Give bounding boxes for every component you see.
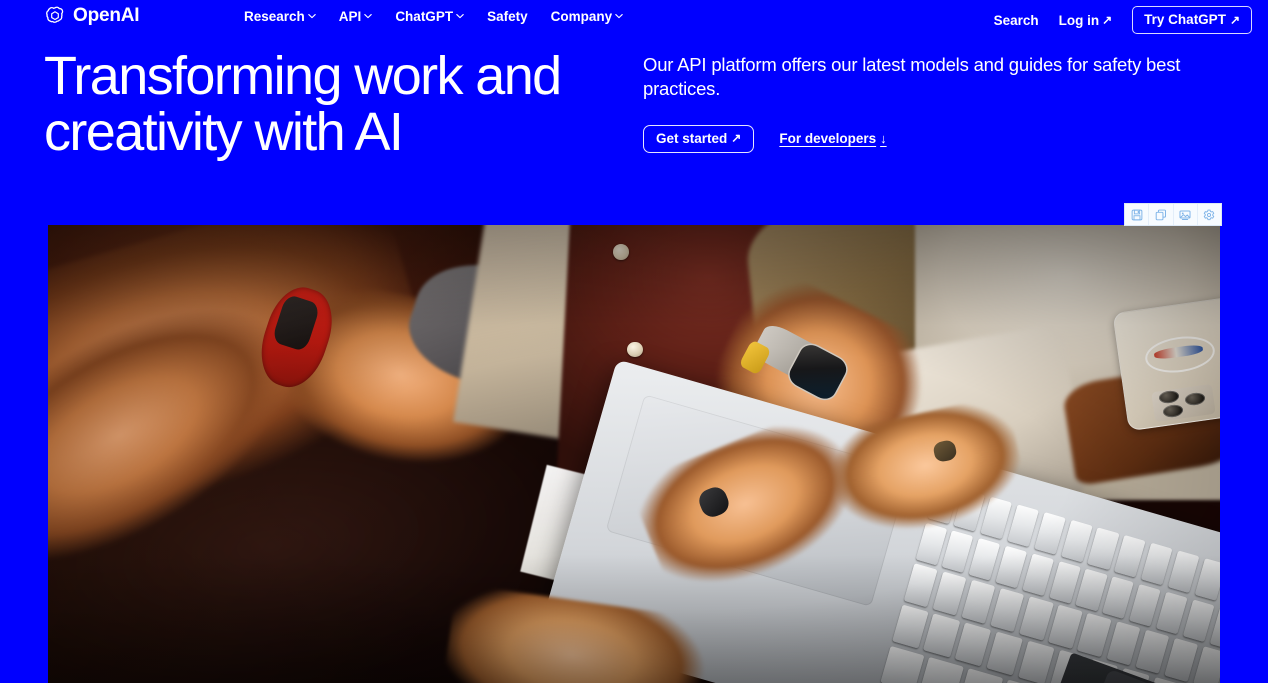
nav-item-research[interactable]: Research: [244, 8, 316, 26]
image-toolbar: [1124, 203, 1222, 226]
hero-image-canvas: [48, 225, 1220, 683]
chevron-down-icon: [364, 12, 373, 20]
search-label: Search: [993, 12, 1039, 28]
chevron-down-icon: [615, 12, 623, 20]
image-button[interactable]: [1173, 204, 1198, 225]
arrow-up-right-icon: ↗: [1229, 12, 1240, 27]
get-started-button[interactable]: Get started ↗: [643, 124, 755, 153]
nav-label-api: API: [338, 9, 362, 24]
try-chatgpt-label: Try ChatGPT: [1144, 12, 1226, 27]
save-button[interactable]: [1125, 204, 1150, 225]
nav-label-research: Research: [244, 9, 305, 24]
copy-icon: [1155, 209, 1167, 221]
hero-image: [48, 225, 1220, 683]
nav-label-company: Company: [550, 9, 613, 24]
for-developers-link[interactable]: For developers ↓: [779, 131, 886, 146]
nav-item-chatgpt[interactable]: ChatGPT: [395, 8, 464, 26]
login-label: Log in: [1058, 12, 1100, 28]
nav-label-safety: Safety: [487, 9, 528, 24]
photo-cardigan-button: [626, 341, 643, 358]
brand-name: OpenAI: [73, 5, 140, 26]
login-link[interactable]: Log in ↗: [1059, 13, 1113, 28]
for-developers-label: For developers: [779, 131, 877, 147]
nav-item-safety[interactable]: Safety: [487, 8, 528, 26]
openai-brand-link[interactable]: OpenAI: [44, 5, 140, 27]
settings-button[interactable]: [1197, 204, 1221, 225]
image-icon: [1179, 209, 1191, 221]
main-navigation: Research API ChatGPT Safety Company: [244, 8, 623, 26]
hero-section: Transforming work and creativity with AI…: [0, 44, 1268, 204]
arrow-down-icon: ↓: [880, 131, 887, 147]
search-button[interactable]: Search: [994, 13, 1039, 28]
chevron-down-icon: [456, 12, 464, 20]
hero-actions: Get started ↗ For developers ↓: [643, 124, 1223, 153]
chevron-down-icon: [308, 12, 316, 20]
header-actions: Search Log in ↗ Try ChatGPT ↗: [994, 6, 1252, 34]
photo-cardigan-button: [612, 244, 629, 260]
arrow-up-right-icon: ↗: [731, 131, 742, 146]
page-title: Transforming work and creativity with AI: [44, 46, 562, 163]
arrow-up-right-icon: ↗: [1102, 13, 1113, 27]
hero-description: Our API platform offers our latest model…: [643, 54, 1181, 100]
hero-right-column: Our API platform offers our latest model…: [643, 53, 1223, 153]
nav-item-company[interactable]: Company: [551, 8, 624, 26]
copy-button[interactable]: [1149, 204, 1174, 225]
page-root: OpenAI Research API ChatGPT Safety Compa…: [0, 0, 1268, 683]
settings-gear-icon: [1203, 209, 1215, 221]
site-header: OpenAI Research API ChatGPT Safety Compa…: [0, 0, 1268, 34]
nav-label-chatgpt: ChatGPT: [395, 9, 454, 24]
openai-logo-icon: [44, 5, 66, 27]
save-icon: [1131, 209, 1143, 221]
get-started-label: Get started: [656, 130, 728, 146]
nav-item-api[interactable]: API: [339, 8, 373, 26]
try-chatgpt-button[interactable]: Try ChatGPT ↗: [1132, 6, 1252, 34]
